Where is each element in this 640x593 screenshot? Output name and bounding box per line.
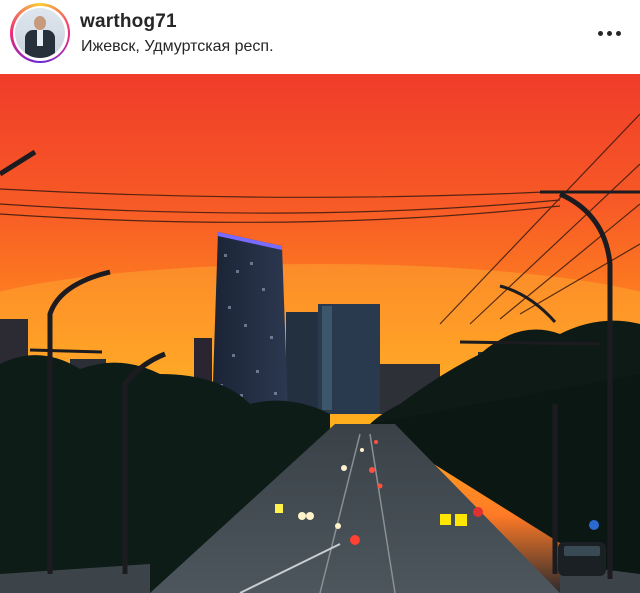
more-options-icon[interactable] [592, 20, 626, 46]
avatar[interactable] [15, 8, 65, 58]
sunset-cityscape-image [0, 74, 640, 593]
username-link[interactable]: warthog71 [80, 11, 177, 33]
post-header: warthog71 Ижевск, Удмуртская респ. [0, 0, 640, 74]
story-ring[interactable] [10, 3, 70, 63]
post-photo[interactable] [0, 74, 640, 593]
location-link[interactable]: Ижевск, Удмуртская респ. [81, 38, 274, 56]
